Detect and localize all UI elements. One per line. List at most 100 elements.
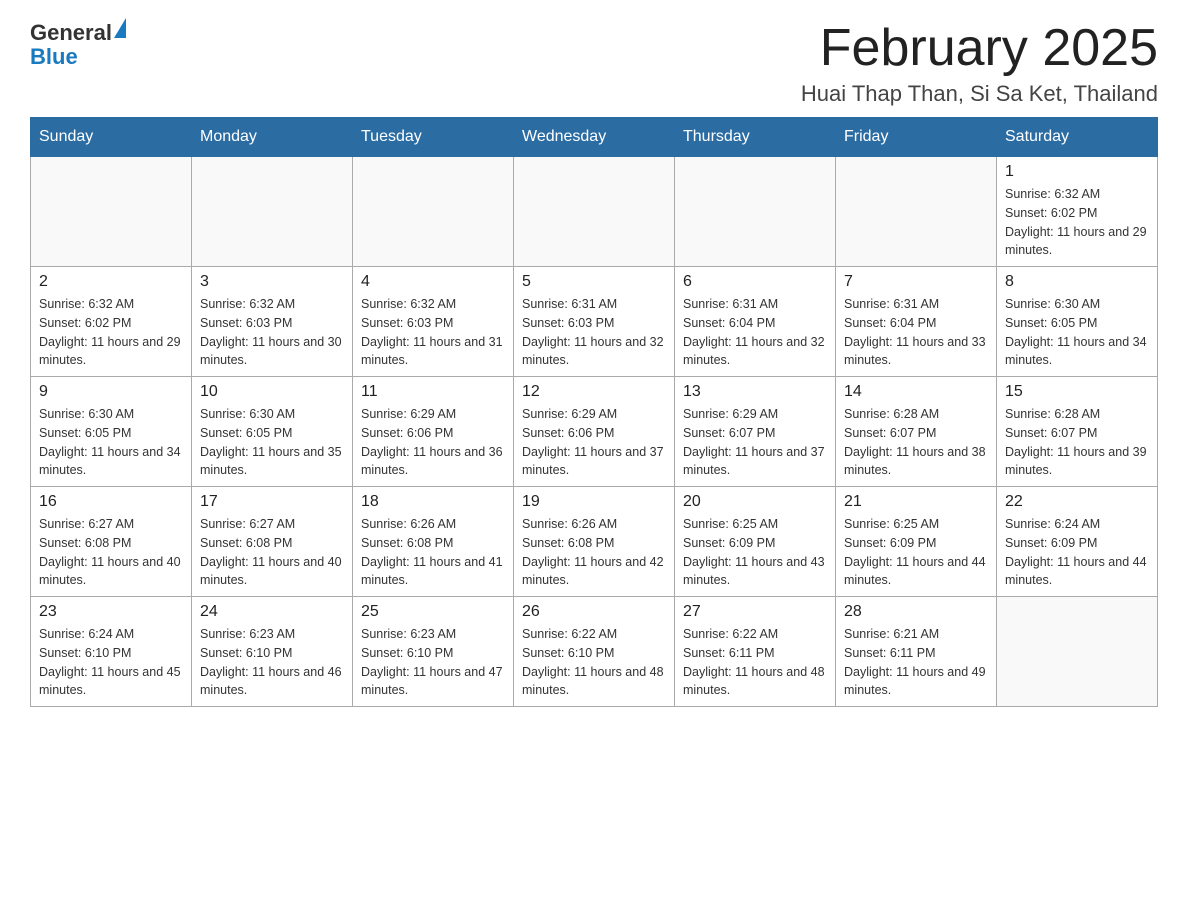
day-info: Sunrise: 6:27 AM Sunset: 6:08 PM Dayligh… bbox=[200, 515, 344, 590]
day-number: 6 bbox=[683, 273, 827, 291]
day-number: 21 bbox=[844, 493, 988, 511]
day-number: 13 bbox=[683, 383, 827, 401]
calendar-cell: 17 Sunrise: 6:27 AM Sunset: 6:08 PM Dayli… bbox=[192, 487, 353, 597]
calendar-cell: 27 Sunrise: 6:22 AM Sunset: 6:11 PM Dayli… bbox=[675, 597, 836, 707]
calendar-cell: 14 Sunrise: 6:28 AM Sunset: 6:07 PM Dayli… bbox=[836, 377, 997, 487]
calendar-cell bbox=[353, 157, 514, 267]
calendar-cell: 5Sunrise: 6:31 AM Sunset: 6:03 PM Daylig… bbox=[514, 267, 675, 377]
day-number: 27 bbox=[683, 603, 827, 621]
day-info: Sunrise: 6:28 AM Sunset: 6:07 PM Dayligh… bbox=[844, 405, 988, 480]
calendar-cell bbox=[675, 157, 836, 267]
month-title: February 2025 bbox=[801, 20, 1158, 77]
calendar-week-row: 16 Sunrise: 6:27 AM Sunset: 6:08 PM Dayli… bbox=[31, 487, 1158, 597]
day-info: Sunrise: 6:31 AM Sunset: 6:04 PM Dayligh… bbox=[683, 295, 827, 370]
logo-text-general: General bbox=[30, 20, 112, 45]
day-info: Sunrise: 6:29 AM Sunset: 6:06 PM Dayligh… bbox=[361, 405, 505, 480]
calendar-cell: 6 Sunrise: 6:31 AM Sunset: 6:04 PM Daylig… bbox=[675, 267, 836, 377]
day-number: 17 bbox=[200, 493, 344, 511]
day-number: 23 bbox=[39, 603, 183, 621]
day-info: Sunrise: 6:32 AM Sunset: 6:03 PM Dayligh… bbox=[361, 295, 505, 370]
calendar-cell bbox=[192, 157, 353, 267]
calendar-cell bbox=[836, 157, 997, 267]
day-info: Sunrise: 6:30 AM Sunset: 6:05 PM Dayligh… bbox=[39, 405, 183, 480]
calendar-cell: 19 Sunrise: 6:26 AM Sunset: 6:08 PM Dayli… bbox=[514, 487, 675, 597]
day-info: Sunrise: 6:30 AM Sunset: 6:05 PM Dayligh… bbox=[1005, 295, 1149, 370]
day-info: Sunrise: 6:31 AM Sunset: 6:04 PM Dayligh… bbox=[844, 295, 988, 370]
day-number: 14 bbox=[844, 383, 988, 401]
calendar-cell: 24 Sunrise: 6:23 AM Sunset: 6:10 PM Dayli… bbox=[192, 597, 353, 707]
calendar-cell: 1 Sunrise: 6:32 AM Sunset: 6:02 PM Daylig… bbox=[997, 157, 1158, 267]
day-info: Sunrise: 6:26 AM Sunset: 6:08 PM Dayligh… bbox=[361, 515, 505, 590]
calendar-cell: 26Sunrise: 6:22 AM Sunset: 6:10 PM Dayli… bbox=[514, 597, 675, 707]
calendar-week-row: 23 Sunrise: 6:24 AM Sunset: 6:10 PM Dayli… bbox=[31, 597, 1158, 707]
day-info: Sunrise: 6:32 AM Sunset: 6:02 PM Dayligh… bbox=[1005, 185, 1149, 260]
calendar-cell: 16Sunrise: 6:27 AM Sunset: 6:08 PM Dayli… bbox=[31, 487, 192, 597]
calendar-cell: 8 Sunrise: 6:30 AM Sunset: 6:05 PM Daylig… bbox=[997, 267, 1158, 377]
day-number: 4 bbox=[361, 273, 505, 291]
day-info: Sunrise: 6:29 AM Sunset: 6:06 PM Dayligh… bbox=[522, 405, 666, 480]
page-header: General Blue February 2025 Huai Thap Tha… bbox=[30, 20, 1158, 107]
weekday-header-friday: Friday bbox=[836, 118, 997, 157]
calendar-cell bbox=[514, 157, 675, 267]
logo-text-blue: Blue bbox=[30, 44, 78, 69]
day-info: Sunrise: 6:22 AM Sunset: 6:11 PM Dayligh… bbox=[683, 625, 827, 700]
day-info: Sunrise: 6:25 AM Sunset: 6:09 PM Dayligh… bbox=[844, 515, 988, 590]
calendar-week-row: 1 Sunrise: 6:32 AM Sunset: 6:02 PM Daylig… bbox=[31, 157, 1158, 267]
calendar-cell bbox=[31, 157, 192, 267]
calendar-cell: 4 Sunrise: 6:32 AM Sunset: 6:03 PM Daylig… bbox=[353, 267, 514, 377]
weekday-header-sunday: Sunday bbox=[31, 118, 192, 157]
weekday-header-wednesday: Wednesday bbox=[514, 118, 675, 157]
day-info: Sunrise: 6:25 AM Sunset: 6:09 PM Dayligh… bbox=[683, 515, 827, 590]
day-info: Sunrise: 6:22 AM Sunset: 6:10 PM Dayligh… bbox=[522, 625, 666, 700]
calendar-body: 1 Sunrise: 6:32 AM Sunset: 6:02 PM Daylig… bbox=[31, 157, 1158, 707]
day-number: 24 bbox=[200, 603, 344, 621]
calendar-table: SundayMondayTuesdayWednesdayThursdayFrid… bbox=[30, 117, 1158, 707]
logo: General Blue bbox=[30, 20, 126, 69]
day-number: 19 bbox=[522, 493, 666, 511]
day-info: Sunrise: 6:23 AM Sunset: 6:10 PM Dayligh… bbox=[200, 625, 344, 700]
day-info: Sunrise: 6:30 AM Sunset: 6:05 PM Dayligh… bbox=[200, 405, 344, 480]
day-info: Sunrise: 6:24 AM Sunset: 6:10 PM Dayligh… bbox=[39, 625, 183, 700]
day-info: Sunrise: 6:26 AM Sunset: 6:08 PM Dayligh… bbox=[522, 515, 666, 590]
day-number: 10 bbox=[200, 383, 344, 401]
calendar-cell: 15 Sunrise: 6:28 AM Sunset: 6:07 PM Dayli… bbox=[997, 377, 1158, 487]
day-number: 2 bbox=[39, 273, 183, 291]
location-title: Huai Thap Than, Si Sa Ket, Thailand bbox=[801, 81, 1158, 107]
calendar-cell: 22 Sunrise: 6:24 AM Sunset: 6:09 PM Dayli… bbox=[997, 487, 1158, 597]
weekday-header-saturday: Saturday bbox=[997, 118, 1158, 157]
day-number: 11 bbox=[361, 383, 505, 401]
day-number: 12 bbox=[522, 383, 666, 401]
calendar-week-row: 9Sunrise: 6:30 AM Sunset: 6:05 PM Daylig… bbox=[31, 377, 1158, 487]
day-info: Sunrise: 6:23 AM Sunset: 6:10 PM Dayligh… bbox=[361, 625, 505, 700]
day-number: 7 bbox=[844, 273, 988, 291]
day-number: 25 bbox=[361, 603, 505, 621]
day-info: Sunrise: 6:29 AM Sunset: 6:07 PM Dayligh… bbox=[683, 405, 827, 480]
calendar-cell: 20 Sunrise: 6:25 AM Sunset: 6:09 PM Dayli… bbox=[675, 487, 836, 597]
calendar-cell bbox=[997, 597, 1158, 707]
day-info: Sunrise: 6:31 AM Sunset: 6:03 PM Dayligh… bbox=[522, 295, 666, 370]
day-number: 3 bbox=[200, 273, 344, 291]
calendar-cell: 7 Sunrise: 6:31 AM Sunset: 6:04 PM Daylig… bbox=[836, 267, 997, 377]
day-number: 16 bbox=[39, 493, 183, 511]
weekday-header-row: SundayMondayTuesdayWednesdayThursdayFrid… bbox=[31, 118, 1158, 157]
day-number: 8 bbox=[1005, 273, 1149, 291]
calendar-cell: 11 Sunrise: 6:29 AM Sunset: 6:06 PM Dayli… bbox=[353, 377, 514, 487]
day-info: Sunrise: 6:28 AM Sunset: 6:07 PM Dayligh… bbox=[1005, 405, 1149, 480]
day-number: 15 bbox=[1005, 383, 1149, 401]
day-info: Sunrise: 6:21 AM Sunset: 6:11 PM Dayligh… bbox=[844, 625, 988, 700]
calendar-cell: 12 Sunrise: 6:29 AM Sunset: 6:06 PM Dayli… bbox=[514, 377, 675, 487]
calendar-cell: 23 Sunrise: 6:24 AM Sunset: 6:10 PM Dayli… bbox=[31, 597, 192, 707]
weekday-header-tuesday: Tuesday bbox=[353, 118, 514, 157]
calendar-cell: 25 Sunrise: 6:23 AM Sunset: 6:10 PM Dayli… bbox=[353, 597, 514, 707]
day-number: 1 bbox=[1005, 163, 1149, 181]
day-number: 20 bbox=[683, 493, 827, 511]
calendar-cell: 10 Sunrise: 6:30 AM Sunset: 6:05 PM Dayli… bbox=[192, 377, 353, 487]
title-section: February 2025 Huai Thap Than, Si Sa Ket,… bbox=[801, 20, 1158, 107]
calendar-cell: 18Sunrise: 6:26 AM Sunset: 6:08 PM Dayli… bbox=[353, 487, 514, 597]
day-number: 22 bbox=[1005, 493, 1149, 511]
weekday-header-monday: Monday bbox=[192, 118, 353, 157]
day-info: Sunrise: 6:24 AM Sunset: 6:09 PM Dayligh… bbox=[1005, 515, 1149, 590]
calendar-week-row: 2Sunrise: 6:32 AM Sunset: 6:02 PM Daylig… bbox=[31, 267, 1158, 377]
calendar-cell: 13 Sunrise: 6:29 AM Sunset: 6:07 PM Dayli… bbox=[675, 377, 836, 487]
day-number: 28 bbox=[844, 603, 988, 621]
